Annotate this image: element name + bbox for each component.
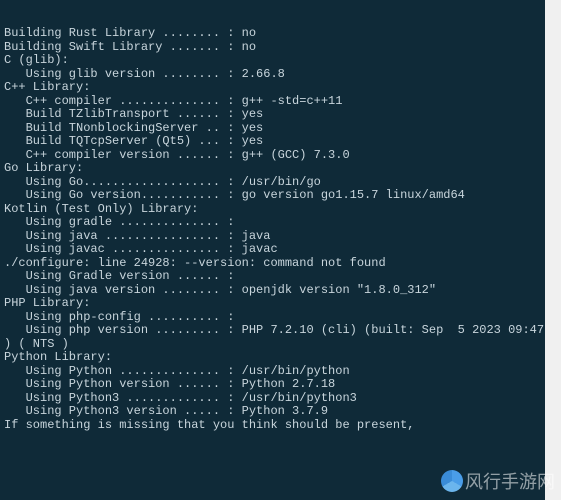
terminal-line: Building Rust Library ........ : no xyxy=(4,27,545,41)
terminal-line: Using Python3 version ..... : Python 3.7… xyxy=(4,405,545,419)
terminal-line: Using Go................... : /usr/bin/g… xyxy=(4,176,545,190)
terminal-line: Build TNonblockingServer .. : yes xyxy=(4,122,545,136)
terminal-line: Using Python version ...... : Python 2.7… xyxy=(4,378,545,392)
terminal-line: C++ compiler .............. : g++ -std=c… xyxy=(4,95,545,109)
terminal-line: Using java version ........ : openjdk ve… xyxy=(4,284,545,298)
terminal-line: Using javac ............... : javac xyxy=(4,243,545,257)
terminal-line: Using Python .............. : /usr/bin/p… xyxy=(4,365,545,379)
terminal-line: Using java ................ : java xyxy=(4,230,545,244)
terminal-line: Kotlin (Test Only) Library: xyxy=(4,203,545,217)
terminal-line: Building Swift Library ....... : no xyxy=(4,41,545,55)
terminal-line: Using Python3 ............. : /usr/bin/p… xyxy=(4,392,545,406)
terminal-line: Using gradle .............. : xyxy=(4,216,545,230)
terminal-line: Using php version ......... : PHP 7.2.10… xyxy=(4,324,545,338)
terminal-line: ) ( NTS ) xyxy=(4,338,545,352)
terminal-line: Using php-config .......... : xyxy=(4,311,545,325)
terminal-output: Building Rust Library ........ : noBuild… xyxy=(0,27,545,432)
terminal-line: Python Library: xyxy=(4,351,545,365)
terminal-line: Build TQTcpServer (Qt5) ... : yes xyxy=(4,135,545,149)
terminal-line: C++ compiler version ...... : g++ (GCC) … xyxy=(4,149,545,163)
terminal-line: Using Gradle version ...... : xyxy=(4,270,545,284)
terminal-line: ./configure: line 24928: --version: comm… xyxy=(4,257,545,271)
terminal-line: PHP Library: xyxy=(4,297,545,311)
terminal-line: C++ Library: xyxy=(4,81,545,95)
terminal-line: Using Go version........... : go version… xyxy=(4,189,545,203)
terminal-line: If something is missing that you think s… xyxy=(4,419,545,433)
terminal-line: Go Library: xyxy=(4,162,545,176)
terminal-line: C (glib): xyxy=(4,54,545,68)
terminal-line: Build TZlibTransport ...... : yes xyxy=(4,108,545,122)
terminal-line: Using glib version ........ : 2.66.8 xyxy=(4,68,545,82)
terminal-window[interactable]: Building Rust Library ........ : noBuild… xyxy=(0,0,545,500)
